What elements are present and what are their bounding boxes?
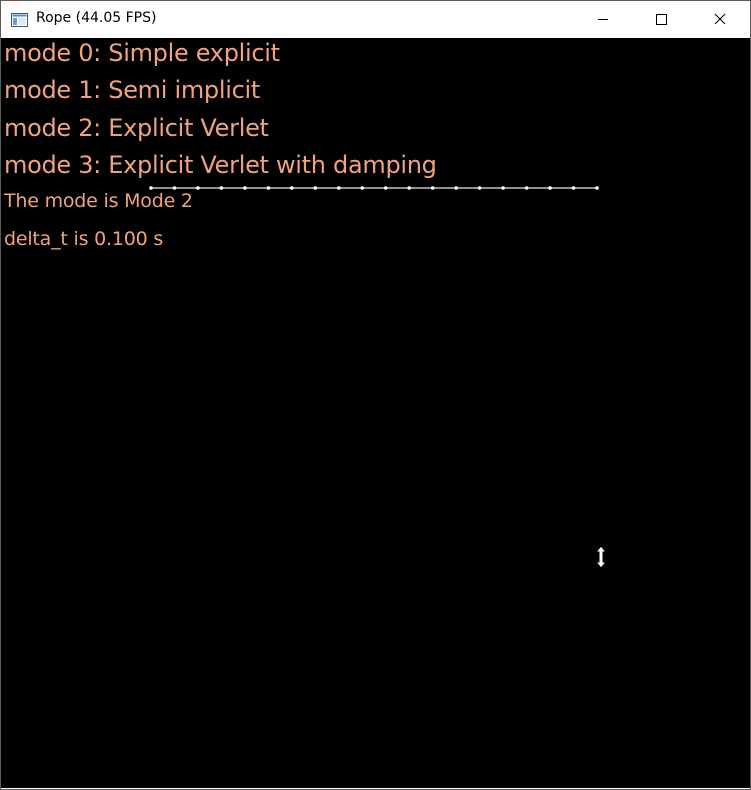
minimize-icon xyxy=(597,10,609,29)
rope-node xyxy=(313,186,318,190)
mode-1-label: mode 1: Semi implicit xyxy=(4,76,260,104)
rope-node xyxy=(266,186,271,190)
simulation-canvas[interactable]: mode 0: Simple explicit mode 1: Semi imp… xyxy=(1,38,750,788)
rope-node xyxy=(243,186,247,190)
rope-node xyxy=(290,186,294,190)
resize-vertical-cursor-icon xyxy=(594,545,608,569)
rope-node xyxy=(571,186,576,190)
rope-node xyxy=(548,186,552,190)
delta-t-label: delta_t is 0.100 s xyxy=(4,228,164,250)
close-button[interactable] xyxy=(691,1,749,38)
maximize-button[interactable] xyxy=(632,1,690,38)
title-bar[interactable]: Rope (44.05 FPS) xyxy=(1,1,750,38)
rope-node xyxy=(407,186,412,190)
mode-3-label: mode 3: Explicit Verlet with damping xyxy=(4,151,437,179)
rope-node xyxy=(360,186,365,190)
minimize-button[interactable] xyxy=(574,1,632,38)
rope-node xyxy=(454,186,459,190)
rope-node xyxy=(501,186,505,190)
rope-node xyxy=(337,186,341,190)
rope-node xyxy=(524,186,529,190)
rope-node xyxy=(595,186,599,190)
rope-node xyxy=(196,186,200,190)
maximize-icon xyxy=(655,10,667,29)
mode-2-label: mode 2: Explicit Verlet xyxy=(4,114,269,142)
close-icon xyxy=(714,10,726,29)
rope-node xyxy=(383,186,388,190)
rope-node xyxy=(219,186,224,190)
mode-0-label: mode 0: Simple explicit xyxy=(4,39,280,67)
current-mode-label: The mode is Mode 2 xyxy=(4,190,193,212)
window-title: Rope (44.05 FPS) xyxy=(36,10,157,26)
rope-window: Rope (44.05 FPS) mode 0: Simple explicit… xyxy=(0,0,751,790)
rope-node xyxy=(477,186,482,190)
rope-node xyxy=(430,186,435,190)
app-window-icon xyxy=(11,12,28,27)
